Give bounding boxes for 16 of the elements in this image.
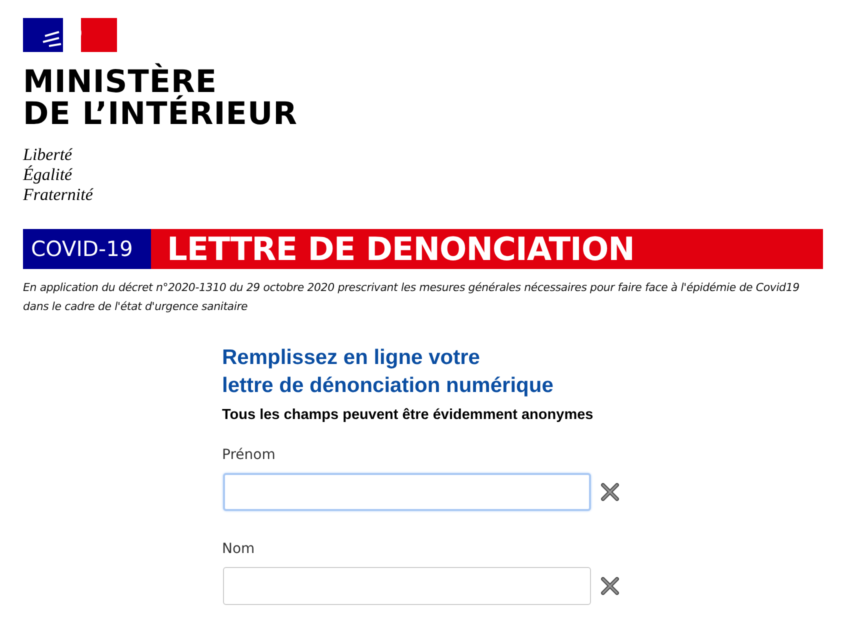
clear-icon[interactable] xyxy=(601,577,619,595)
motto-line: Égalité xyxy=(23,165,72,185)
decree-note: En application du décret n°2020-1310 du 29 octobre 2020 prescrivant les mesures générales nécessaires pour faire face à l'épidémie de Covid19 dans le cadre de l'état d'urgence sanitaire xyxy=(23,280,800,315)
input-field[interactable] xyxy=(223,473,591,511)
motto-line: Liberté xyxy=(23,145,72,165)
field-label: Nom xyxy=(222,540,255,559)
field-label: Prénom xyxy=(222,446,276,465)
form-heading: Remplissez en ligne votre xyxy=(222,345,480,371)
form-subheading: Tous les champs peuvent être évidemment anonymes xyxy=(222,406,594,425)
input-field[interactable] xyxy=(223,567,591,605)
covid-tag: COVID-19 xyxy=(23,229,151,269)
form-heading: lettre de dénonciation numérique xyxy=(222,373,554,399)
motto-line: Fraternité xyxy=(23,185,93,205)
page-title: LETTRE DE DENONCIATION xyxy=(166,229,634,269)
clear-icon[interactable] xyxy=(601,483,619,501)
flag-logo-icon xyxy=(23,18,117,52)
